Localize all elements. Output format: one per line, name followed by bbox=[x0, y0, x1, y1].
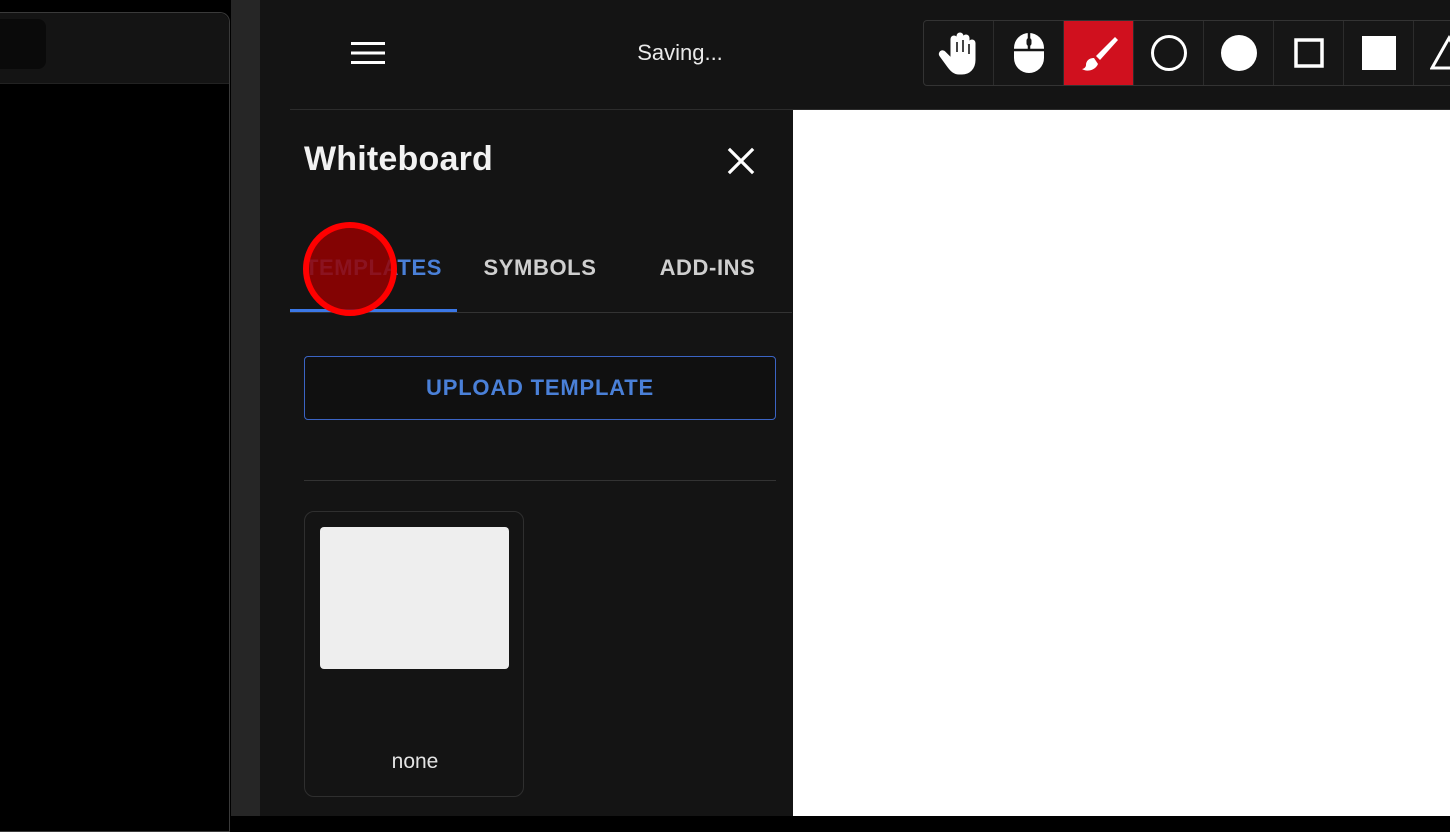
whiteboard-app: Saving... bbox=[260, 0, 1450, 816]
tool-triangle[interactable] bbox=[1414, 21, 1450, 85]
template-name: none bbox=[305, 750, 525, 774]
top-bar: Saving... bbox=[260, 0, 1450, 110]
square-filled-icon bbox=[1362, 36, 1396, 70]
hamburger-menu-icon bbox=[351, 41, 385, 65]
left-window-panel bbox=[0, 12, 230, 832]
save-status: Saving... bbox=[600, 38, 760, 68]
tool-brush[interactable] bbox=[1064, 21, 1134, 85]
menu-button[interactable] bbox=[346, 36, 390, 70]
tool-square-filled[interactable] bbox=[1344, 21, 1414, 85]
drawing-toolbar bbox=[923, 20, 1450, 86]
left-window-header bbox=[0, 13, 229, 84]
left-window-thumbnail[interactable] bbox=[0, 19, 46, 69]
hand-icon bbox=[937, 30, 981, 76]
tool-circle-filled[interactable] bbox=[1204, 21, 1274, 85]
circle-outline-icon bbox=[1150, 34, 1188, 72]
mouse-icon bbox=[1013, 32, 1045, 74]
close-drawer-button[interactable] bbox=[724, 144, 758, 178]
brush-icon bbox=[1080, 34, 1118, 72]
tool-pan[interactable] bbox=[924, 21, 994, 85]
whiteboard-drawer: Whiteboard TEMPLATES SYMBOLS ADD-INS UPL… bbox=[290, 110, 792, 816]
square-outline-icon bbox=[1294, 38, 1324, 68]
section-divider bbox=[304, 480, 776, 481]
triangle-icon bbox=[1430, 35, 1450, 71]
tab-add-ins[interactable]: ADD-INS bbox=[623, 240, 792, 312]
window-gutter bbox=[231, 0, 260, 816]
tab-symbols[interactable]: SYMBOLS bbox=[457, 240, 623, 312]
tool-select[interactable] bbox=[994, 21, 1064, 85]
template-card[interactable]: none bbox=[304, 511, 524, 797]
template-thumbnail bbox=[320, 527, 509, 669]
upload-template-button[interactable]: UPLOAD TEMPLATE bbox=[304, 356, 776, 420]
tool-circle-outline[interactable] bbox=[1134, 21, 1204, 85]
tool-square-outline[interactable] bbox=[1274, 21, 1344, 85]
drawer-title: Whiteboard bbox=[304, 140, 493, 179]
whiteboard-canvas[interactable] bbox=[793, 110, 1450, 816]
circle-filled-icon bbox=[1220, 34, 1258, 72]
click-indicator bbox=[303, 222, 397, 316]
close-icon bbox=[727, 147, 755, 175]
